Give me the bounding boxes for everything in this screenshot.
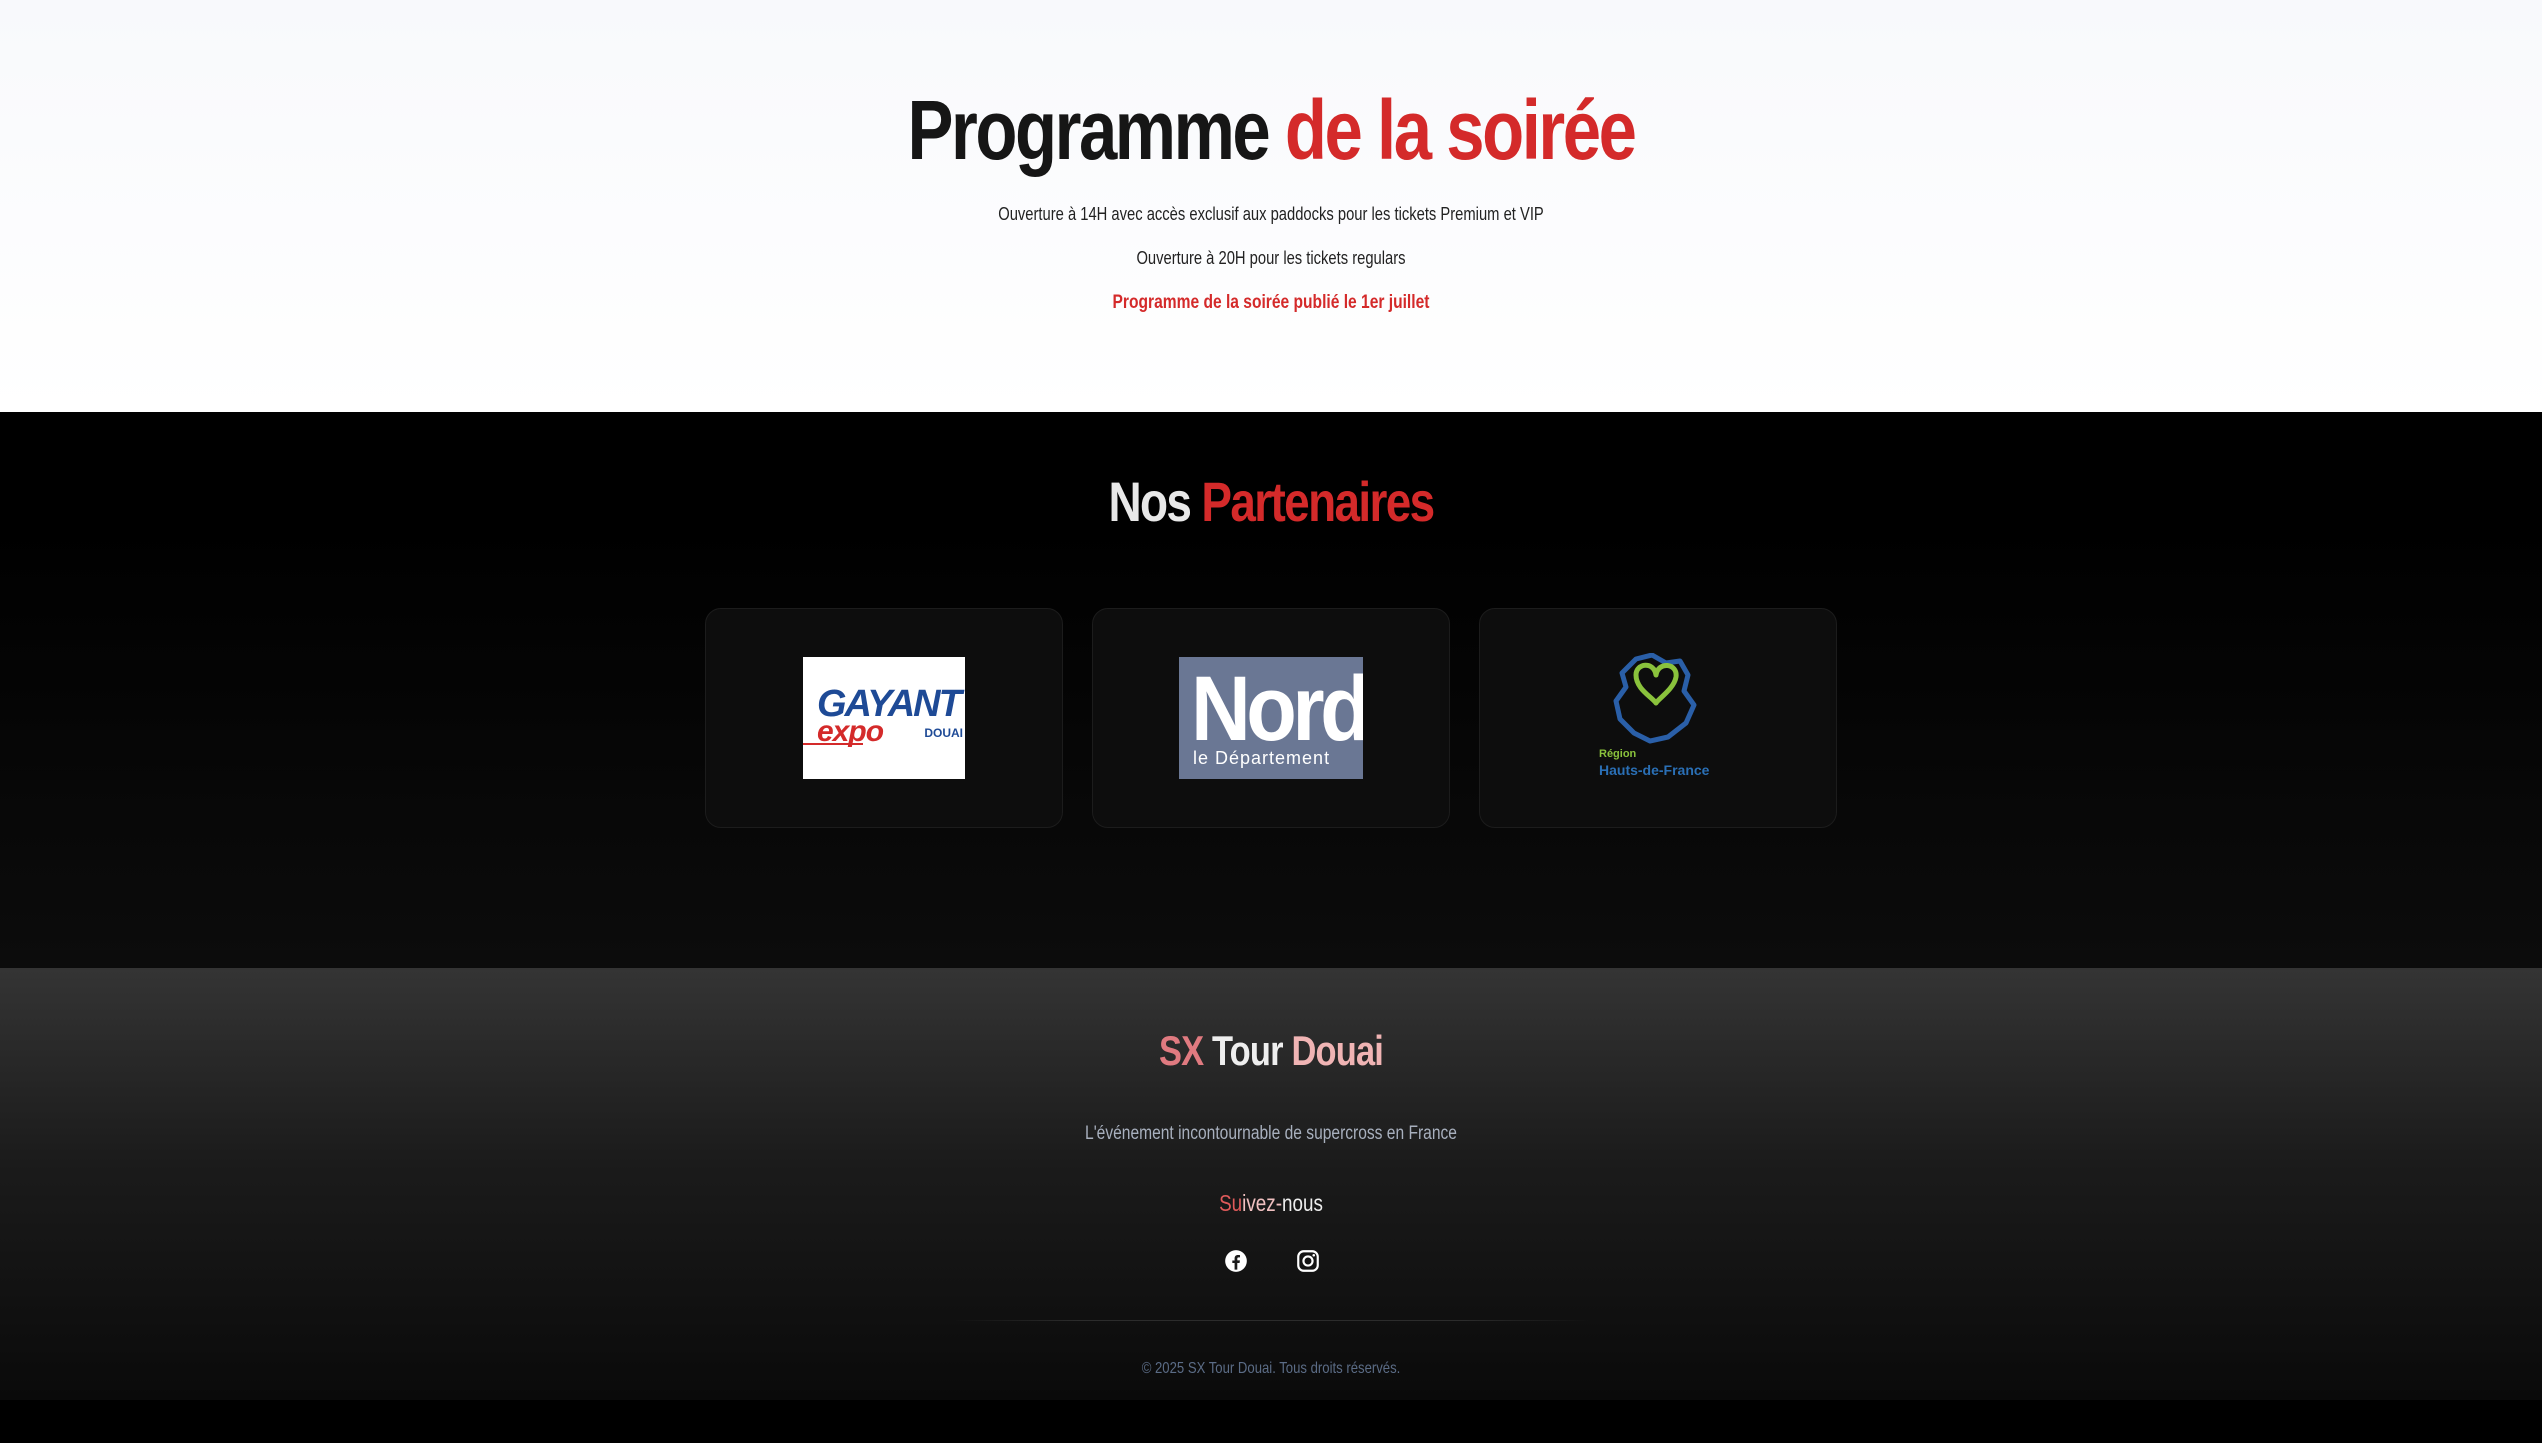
footer-tagline: L'événement incontournable de supercross…	[1085, 1123, 1457, 1144]
copyright-text: © 2025 SX Tour Douai. Tous droits réserv…	[1141, 1360, 1401, 1377]
facebook-icon[interactable]	[1223, 1248, 1249, 1274]
gayant-expo-logo: GAYANT expo DOUAI	[803, 657, 965, 779]
region-map-heart-icon	[1613, 653, 1697, 744]
partner-card-nord[interactable]: Nord le Département	[1092, 608, 1450, 828]
partner-card-region-hauts-de-france[interactable]: Région Hauts-de-France	[1479, 608, 1837, 828]
programme-title: Programme de la soirée	[229, 88, 2313, 172]
programme-section: Programme de la soirée Ouverture à 14H a…	[0, 0, 2542, 412]
footer-brand: SX Tour Douai	[229, 1030, 2313, 1072]
nord-logo-main: Nord	[1191, 658, 1363, 760]
follow-us-part3: nous	[1281, 1190, 1323, 1216]
region-hauts-de-france-logo: Région Hauts-de-France	[1594, 653, 1722, 783]
follow-us-heading: Suivez-nous	[229, 1192, 2313, 1215]
region-logo-name: Hauts-de-France	[1599, 762, 1710, 778]
partners-section: Nos Partenaires GAYANT expo DOUAI Nord l…	[0, 412, 2542, 968]
page-bottom-strip	[0, 1400, 2542, 1443]
instagram-icon[interactable]	[1295, 1248, 1321, 1274]
programme-publish-notice: Programme de la soirée publié le 1er jui…	[1112, 292, 1430, 313]
partner-card-gayant-expo[interactable]: GAYANT expo DOUAI	[705, 608, 1063, 828]
nord-logo-sub: le Département	[1193, 748, 1331, 768]
footer-brand-tour: Tour	[1212, 1027, 1284, 1074]
opening-regular-text: Ouverture à 20H pour les tickets regular…	[1136, 248, 1406, 268]
partners-title: Nos Partenaires	[229, 474, 2313, 530]
follow-us-part2: ivez-	[1242, 1190, 1282, 1216]
footer-brand-douai: Douai	[1291, 1027, 1384, 1074]
follow-us-part1: Su	[1219, 1190, 1243, 1216]
gayant-logo-underline	[803, 743, 863, 745]
footer-divider	[951, 1320, 1591, 1321]
programme-title-part2: de la soirée	[1284, 83, 1637, 177]
opening-premium-text: Ouverture à 14H avec accès exclusif aux …	[998, 204, 1544, 224]
footer-brand-sx: SX	[1158, 1027, 1204, 1074]
gayant-logo-city: DOUAI	[924, 726, 963, 740]
partners-title-part2: Partenaires	[1201, 470, 1435, 533]
nord-departement-logo: Nord le Département	[1179, 657, 1363, 779]
programme-title-part1: Programme	[907, 83, 1271, 177]
region-logo-label: Région	[1599, 748, 1637, 760]
site-footer: SX Tour Douai L'événement incontournable…	[0, 968, 2542, 1400]
partners-title-part1: Nos	[1108, 470, 1191, 533]
